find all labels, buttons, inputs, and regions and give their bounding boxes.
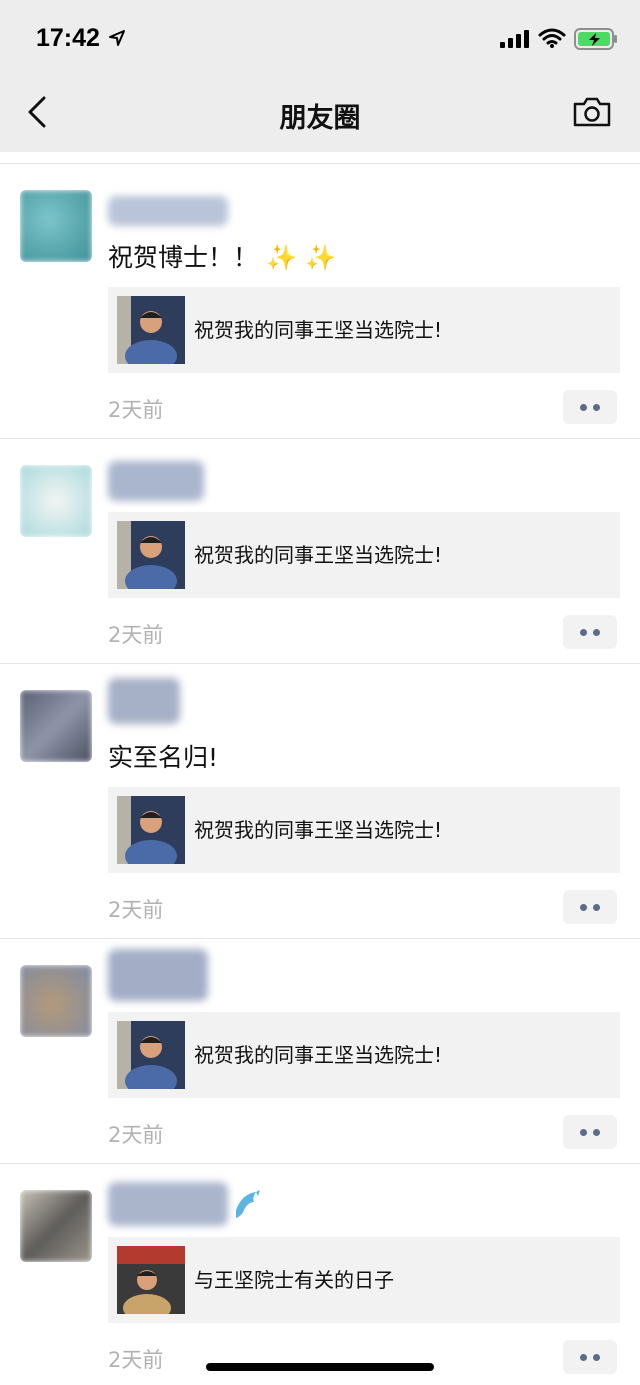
shared-link-card[interactable]: 祝贺我的同事王坚当选院士! (108, 512, 620, 598)
link-title: 祝贺我的同事王坚当选院士! (194, 818, 443, 842)
post-text: 祝贺博士！！ ✨ ✨ (108, 243, 337, 272)
cellular-signal-icon (500, 30, 529, 48)
nav-header: 17:42 朋友圈 (0, 0, 640, 152)
moment-post: 祝贺我的同事王坚当选院士! 2天前 (0, 938, 640, 1163)
post-time: 2天前 (108, 1348, 164, 1372)
avatar[interactable] (20, 965, 92, 1037)
dolphin-emoji-icon (236, 1190, 260, 1218)
camera-button[interactable] (572, 96, 612, 128)
post-text: 实至名归! (108, 743, 219, 772)
avatar-image (20, 965, 92, 1037)
moment-post: 与王坚院士有关的日子 2天前 (0, 1163, 640, 1385)
shared-link-card[interactable]: 与王坚院士有关的日子 (108, 1237, 620, 1323)
comment-more-button[interactable] (563, 890, 617, 924)
poster-name-redacted (108, 949, 208, 1001)
shared-link-card[interactable]: 祝贺我的同事王坚当选院士! (108, 1012, 620, 1098)
poster-name-redacted (108, 678, 180, 724)
poster-name-redacted (108, 1182, 228, 1226)
comment-more-button[interactable] (563, 1340, 617, 1374)
shared-link-card[interactable]: 祝贺我的同事王坚当选院士! (108, 287, 620, 373)
wifi-icon (538, 28, 566, 48)
link-thumbnail (117, 796, 185, 864)
poster-name-redacted (108, 196, 228, 226)
comment-more-button[interactable] (563, 615, 617, 649)
post-time: 2天前 (108, 898, 164, 922)
moment-post: 祝贺博士！！ ✨ ✨ 祝贺我的同事王坚当选院士! 2天前 (0, 163, 640, 438)
shared-link-card[interactable]: 祝贺我的同事王坚当选院士! (108, 787, 620, 873)
link-title: 与王坚院士有关的日子 (194, 1268, 394, 1292)
status-time: 17:42 (36, 24, 100, 52)
page-title: 朋友圈 (279, 103, 361, 134)
poster-name-redacted (108, 461, 204, 501)
link-thumbnail (117, 296, 185, 364)
moments-feed: 祝贺博士！！ ✨ ✨ 祝贺我的同事王坚当选院士! 2天前 祝贺我的同事王坚当选院… (0, 152, 640, 1385)
comment-more-button[interactable] (563, 1115, 617, 1149)
battery-charging-icon (574, 28, 617, 50)
avatar-image (20, 190, 92, 262)
link-title: 祝贺我的同事王坚当选院士! (194, 1043, 443, 1067)
link-thumbnail (117, 1021, 185, 1089)
moment-post: 实至名归! 祝贺我的同事王坚当选院士! 2天前 (0, 663, 640, 938)
post-time: 2天前 (108, 623, 164, 647)
link-thumbnail (117, 1246, 185, 1314)
avatar-image (20, 690, 92, 762)
location-arrow-icon (109, 30, 125, 46)
post-time: 2天前 (108, 398, 164, 422)
link-thumbnail (117, 521, 185, 589)
home-indicator[interactable] (206, 1363, 434, 1371)
avatar-image (20, 1190, 92, 1262)
avatar[interactable] (20, 465, 92, 537)
comment-more-button[interactable] (563, 390, 617, 424)
avatar-image (20, 465, 92, 537)
link-title: 祝贺我的同事王坚当选院士! (194, 318, 443, 342)
post-time: 2天前 (108, 1123, 164, 1147)
avatar[interactable] (20, 190, 92, 262)
avatar[interactable] (20, 1190, 92, 1262)
link-title: 祝贺我的同事王坚当选院士! (194, 543, 443, 567)
moment-post: 祝贺我的同事王坚当选院士! 2天前 (0, 438, 640, 663)
avatar[interactable] (20, 690, 92, 762)
